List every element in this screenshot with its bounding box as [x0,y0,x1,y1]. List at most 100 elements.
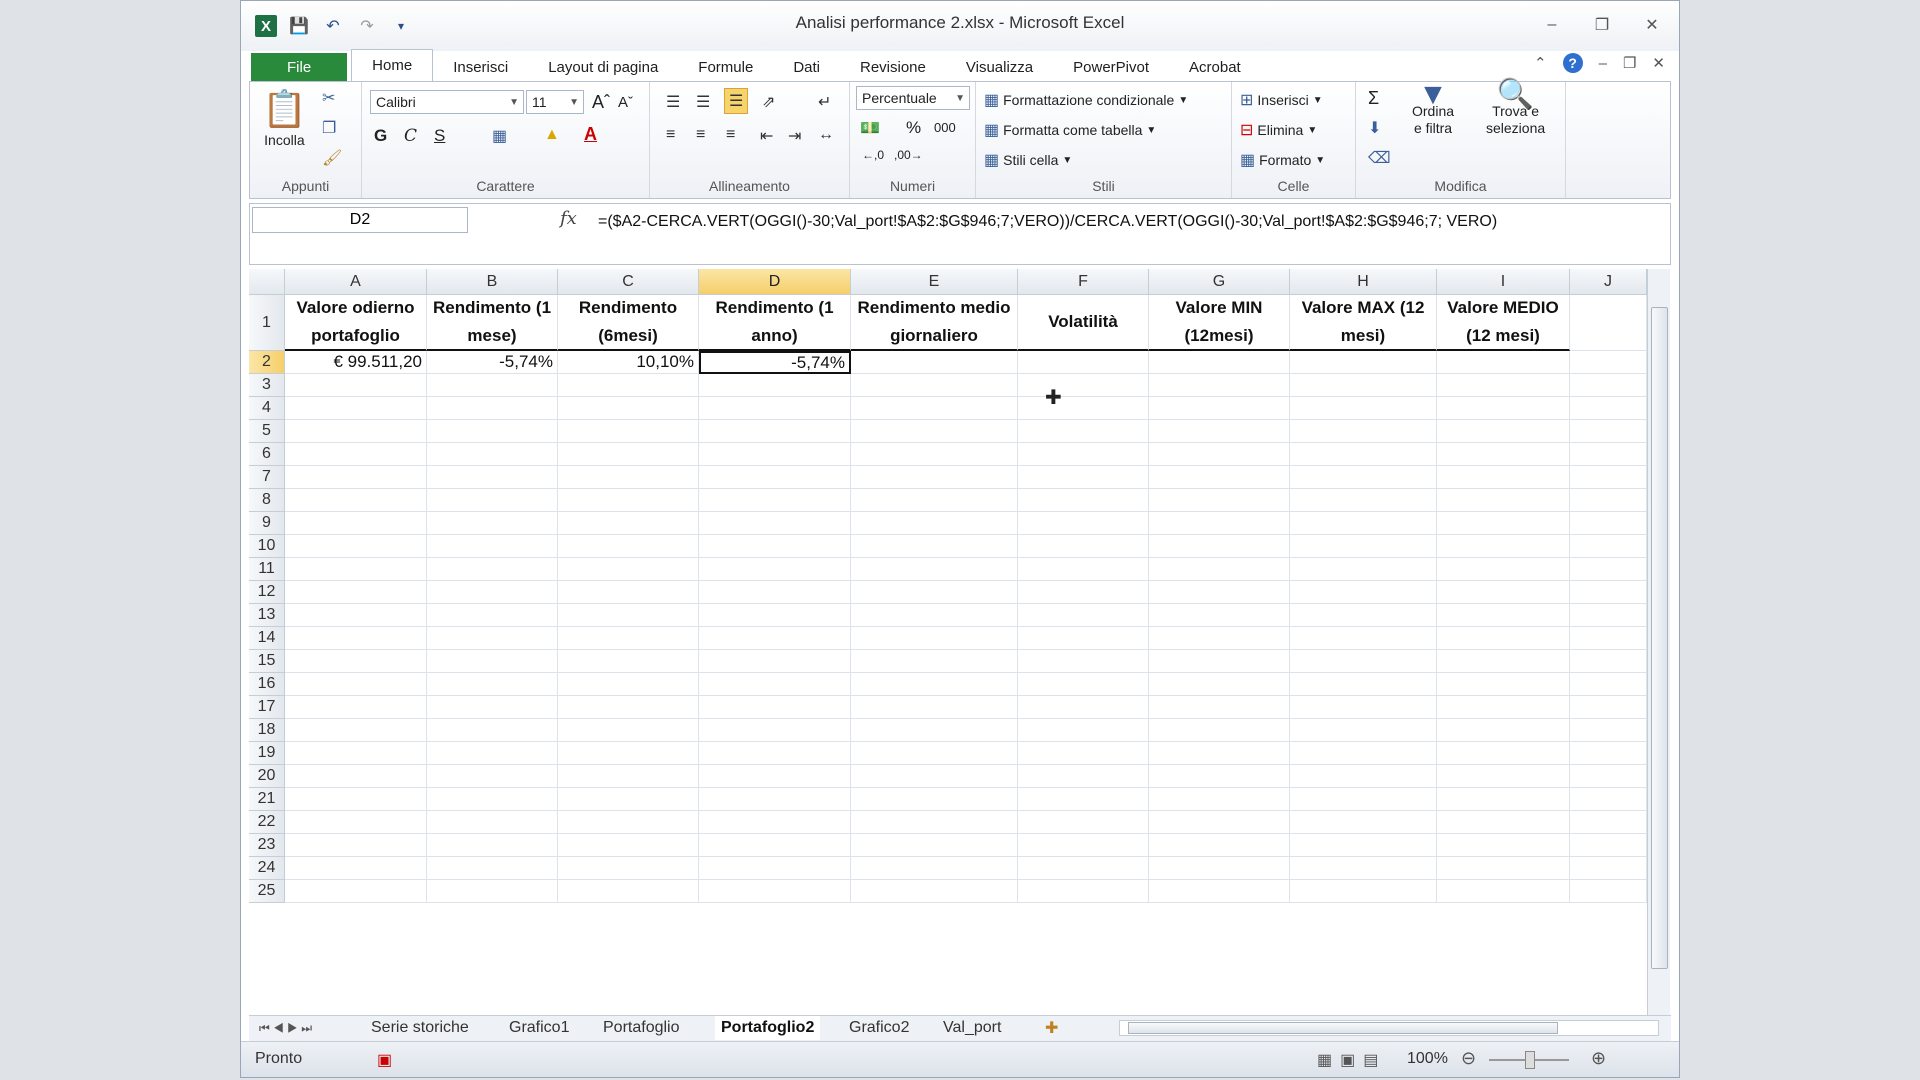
cell-d13[interactable] [699,604,851,627]
row-header-14[interactable]: 14 [249,627,285,650]
underline-button[interactable]: S [434,126,445,146]
cell-f23[interactable] [1018,834,1149,857]
row-header-17[interactable]: 17 [249,696,285,719]
cell-b9[interactable] [427,512,558,535]
row-header-11[interactable]: 11 [249,558,285,581]
cell-g15[interactable] [1149,650,1290,673]
cell-e25[interactable] [851,880,1018,903]
copy-icon[interactable]: ❐ [322,118,336,138]
cell-h8[interactable] [1290,489,1437,512]
cell-j24[interactable] [1570,857,1647,880]
cell-c7[interactable] [558,466,699,489]
cell-a21[interactable] [285,788,427,811]
cell-h2[interactable] [1290,351,1437,374]
cell-i13[interactable] [1437,604,1570,627]
cell-g22[interactable] [1149,811,1290,834]
cell-i20[interactable] [1437,765,1570,788]
cell-g17[interactable] [1149,696,1290,719]
cell-e19[interactable] [851,742,1018,765]
shrink-font-icon[interactable]: Aˇ [618,94,633,111]
cell-a9[interactable] [285,512,427,535]
cell-b1[interactable]: Rendimento (1 mese) [427,295,558,351]
cell-j17[interactable] [1570,696,1647,719]
row-header-8[interactable]: 8 [249,489,285,512]
cell-h21[interactable] [1290,788,1437,811]
macro-record-icon[interactable]: ▣ [377,1050,392,1070]
cell-a4[interactable] [285,397,427,420]
cell-c9[interactable] [558,512,699,535]
cell-b18[interactable] [427,719,558,742]
cell-g4[interactable] [1149,397,1290,420]
cell-a7[interactable] [285,466,427,489]
grow-font-icon[interactable]: Aˆ [592,92,610,113]
increase-indent-icon[interactable]: ⇥ [788,126,801,146]
cell-i21[interactable] [1437,788,1570,811]
tab-inserisci[interactable]: Inserisci [433,53,528,81]
cell-j19[interactable] [1570,742,1647,765]
cell-b11[interactable] [427,558,558,581]
cell-f16[interactable] [1018,673,1149,696]
cell-j10[interactable] [1570,535,1647,558]
percent-button[interactable]: % [906,118,921,138]
cell-d22[interactable] [699,811,851,834]
cell-g21[interactable] [1149,788,1290,811]
cell-f1[interactable]: Volatilità [1018,295,1149,351]
cell-h19[interactable] [1290,742,1437,765]
name-box[interactable]: D2 [252,207,468,233]
cell-i23[interactable] [1437,834,1570,857]
cell-f17[interactable] [1018,696,1149,719]
cell-b7[interactable] [427,466,558,489]
cell-i11[interactable] [1437,558,1570,581]
row-header-23[interactable]: 23 [249,834,285,857]
cell-a11[interactable] [285,558,427,581]
cell-i24[interactable] [1437,857,1570,880]
cell-i7[interactable] [1437,466,1570,489]
cell-a2[interactable]: € 99.511,20 [285,351,427,374]
cell-h18[interactable] [1290,719,1437,742]
cell-g7[interactable] [1149,466,1290,489]
row-header-25[interactable]: 25 [249,880,285,903]
cell-j25[interactable] [1570,880,1647,903]
cell-f22[interactable] [1018,811,1149,834]
cell-c11[interactable] [558,558,699,581]
cell-h13[interactable] [1290,604,1437,627]
cell-a18[interactable] [285,719,427,742]
cell-b14[interactable] [427,627,558,650]
cell-f21[interactable] [1018,788,1149,811]
cell-i16[interactable] [1437,673,1570,696]
cell-i8[interactable] [1437,489,1570,512]
cell-g23[interactable] [1149,834,1290,857]
cell-b10[interactable] [427,535,558,558]
cell-d20[interactable] [699,765,851,788]
cell-g9[interactable] [1149,512,1290,535]
italic-button[interactable]: C [404,126,417,146]
column-header-c[interactable]: C [558,269,699,295]
autosum-icon[interactable]: Σ [1368,88,1379,109]
cell-g18[interactable] [1149,719,1290,742]
cell-d12[interactable] [699,581,851,604]
cell-i19[interactable] [1437,742,1570,765]
cell-c13[interactable] [558,604,699,627]
cell-c20[interactable] [558,765,699,788]
cell-h4[interactable] [1290,397,1437,420]
row-header-1[interactable]: 1 [249,295,285,351]
row-header-24[interactable]: 24 [249,857,285,880]
tab-powerpivot[interactable]: PowerPivot [1053,53,1169,81]
cell-c5[interactable] [558,420,699,443]
row-header-22[interactable]: 22 [249,811,285,834]
cell-d24[interactable] [699,857,851,880]
cell-d25[interactable] [699,880,851,903]
row-header-7[interactable]: 7 [249,466,285,489]
cell-g13[interactable] [1149,604,1290,627]
cell-c16[interactable] [558,673,699,696]
cell-b19[interactable] [427,742,558,765]
cell-e7[interactable] [851,466,1018,489]
cell-c2[interactable]: 10,10% [558,351,699,374]
cell-b3[interactable] [427,374,558,397]
cell-e15[interactable] [851,650,1018,673]
cell-e3[interactable] [851,374,1018,397]
tab-home[interactable]: Home [351,49,434,81]
cell-c18[interactable] [558,719,699,742]
row-header-21[interactable]: 21 [249,788,285,811]
align-top-icon[interactable]: ☰ [666,92,680,112]
